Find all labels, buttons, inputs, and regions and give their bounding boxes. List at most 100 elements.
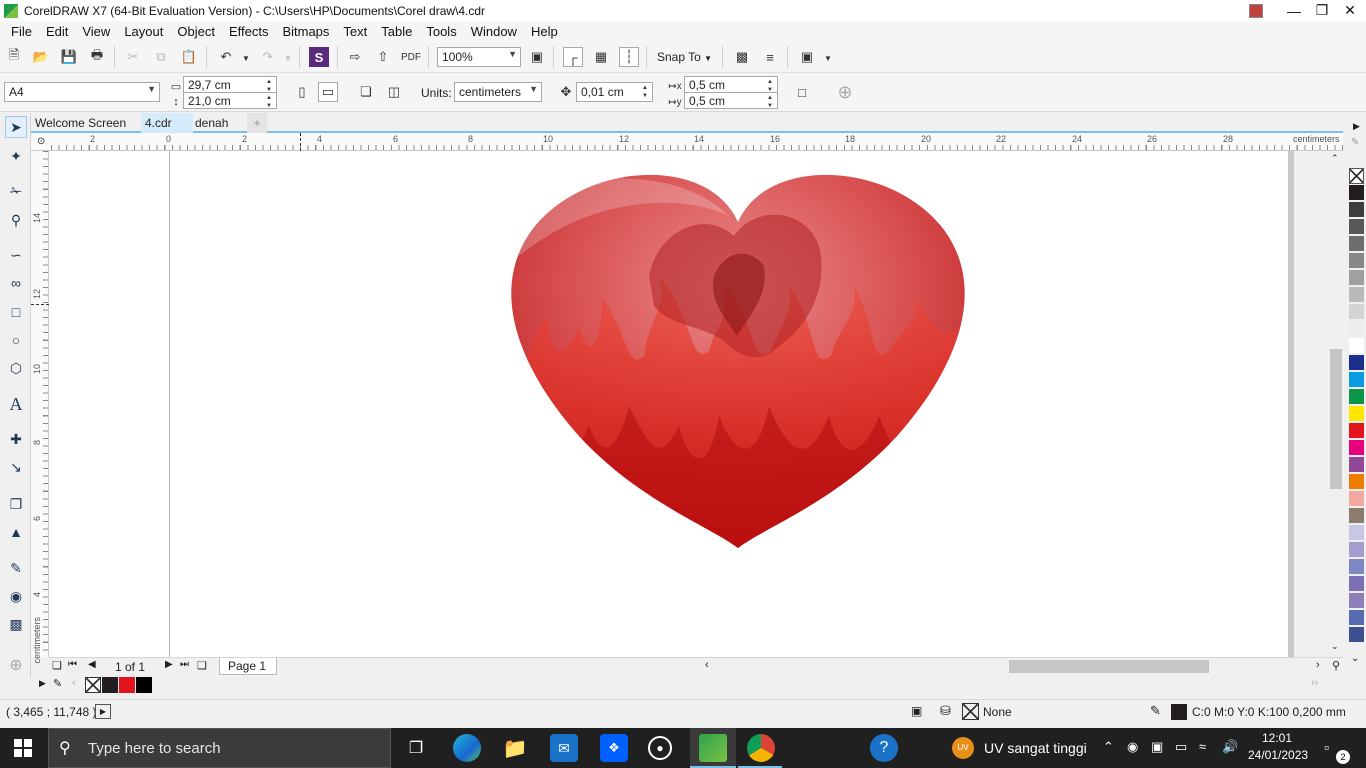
save-icon[interactable]: 💾 [59,47,79,67]
previous-page-icon[interactable]: ◀ [88,659,96,670]
dup-y-spinner[interactable]: ▲ ▼ [767,94,776,110]
full-screen-preview-icon[interactable]: ▣ [527,47,547,67]
color-swatch[interactable] [1349,525,1364,541]
wifi-icon[interactable]: ≈ [1199,739,1206,754]
color-swatch[interactable] [1349,287,1364,303]
first-page-icon[interactable]: ⏮ [68,659,77,670]
docpal-scroll-right-icon[interactable]: ›› [1311,677,1318,689]
next-page-icon[interactable]: ▶ [165,659,173,670]
shape-tool-icon[interactable]: ✦ [5,145,27,167]
color-swatch[interactable] [1349,559,1364,575]
units-select[interactable]: centimeters ▼ [454,82,542,102]
menu-help[interactable]: Help [524,24,565,39]
notification-icon[interactable]: ▫ [1324,739,1329,755]
document-color-swatch[interactable] [136,677,152,693]
palette-flyout-icon[interactable]: ▶ [1353,121,1360,132]
menu-object[interactable]: Object [170,24,222,39]
add-tool-icon[interactable]: ⊕ [5,654,27,676]
rectangle-tool-icon[interactable]: □ [5,301,27,323]
parallel-dimension-icon[interactable]: ✚ [5,428,27,450]
page-height-field[interactable]: 21,0 cm ▲ ▼ [183,92,277,109]
minimize-icon[interactable]: — [1280,0,1308,21]
color-swatch[interactable] [1349,508,1364,524]
last-page-icon[interactable]: ⏭ [180,659,189,670]
publish-pdf-icon[interactable]: PDF [401,47,421,67]
restore-icon[interactable]: ❐ [1308,0,1336,21]
landscape-icon[interactable]: ▭ [318,82,338,102]
tab-welcome-screen[interactable]: Welcome Screen [31,113,130,133]
menu-window[interactable]: Window [464,24,524,39]
redo-icon[interactable]: ↷ [258,47,278,67]
color-swatch[interactable] [1349,576,1364,592]
color-swatch[interactable] [1349,440,1364,456]
color-swatch[interactable] [1349,321,1364,337]
menu-layout[interactable]: Layout [117,24,170,39]
snap-to-button[interactable]: Snap To ▼ [657,50,712,64]
menu-text[interactable]: Text [336,24,374,39]
meet-now-icon[interactable]: ▣ [1151,739,1163,755]
duplicate-distance-y-field[interactable]: 0,5 cm ▲ ▼ [684,92,778,109]
dropbox-icon[interactable]: ❖ [600,734,628,762]
add-icon[interactable]: ⊕ [835,82,855,102]
menu-file[interactable]: File [4,24,39,39]
menu-view[interactable]: View [75,24,117,39]
cut-icon[interactable]: ✂ [123,47,143,67]
vertical-scrollbar[interactable]: ⌃ ⌄ [1328,151,1343,657]
uv-weather-icon[interactable]: UV [952,737,974,759]
portrait-icon[interactable]: ▯ [292,82,312,102]
smart-fill-icon[interactable]: ▩ [5,613,27,635]
vertical-scroll-thumb[interactable] [1330,349,1342,489]
mail-icon[interactable]: ✉ [550,734,578,762]
color-swatch[interactable] [1349,355,1364,371]
taskbar-search-box[interactable]: ⚲ Type here to search [48,728,391,768]
undo-icon[interactable]: ↶ [216,47,236,67]
scroll-right-icon[interactable]: › [1316,659,1320,671]
ruler-origin-icon[interactable]: ⊙ [37,136,45,147]
color-swatch[interactable] [1349,202,1364,218]
webcam-icon[interactable]: ◉ [1127,739,1138,755]
menu-effects[interactable]: Effects [222,24,276,39]
add-page-before-icon[interactable]: ❏ [52,659,62,672]
docpal-scroll-left-icon[interactable]: ‹ [72,677,76,689]
scroll-left-icon[interactable]: ‹ [705,659,709,671]
options-icon[interactable]: ≡ [760,47,780,67]
menu-edit[interactable]: Edit [39,24,75,39]
color-swatch[interactable] [1349,610,1364,626]
scroll-down-icon[interactable]: ⌄ [1331,641,1339,652]
color-eyedropper-icon[interactable]: ✎ [5,557,27,579]
show-guidelines-icon[interactable]: ┆ [619,47,639,67]
tab-4-cdr[interactable]: 4.cdr [141,113,193,133]
welcome-screen-icon[interactable]: ▩ [732,47,752,67]
color-swatch[interactable] [1349,338,1364,354]
zoom-navigator-icon[interactable]: ⚲ [1332,659,1340,672]
ellipse-tool-icon[interactable]: ○ [5,329,27,351]
page-size-select[interactable]: A4 ▼ [4,82,160,102]
docpal-eyedropper-icon[interactable]: ✎ [53,677,62,690]
import-icon[interactable]: ⇨ [345,47,365,67]
close-icon[interactable]: ✕ [1336,0,1364,21]
color-swatch[interactable] [1349,474,1364,490]
all-pages-icon[interactable]: ❏ [356,82,376,102]
duplicate-distance-x-field[interactable]: 0,5 cm ▲ ▼ [684,76,778,93]
drop-shadow-icon[interactable]: ❐ [5,493,27,515]
connector-tool-icon[interactable]: ↘ [5,456,27,478]
print-icon[interactable]: 🖶 [87,47,107,67]
no-color-swatch[interactable] [85,677,101,693]
chevron-down-icon[interactable]: ▼ [818,48,838,68]
weather-text[interactable]: UV sangat tinggi [984,740,1087,756]
crop-tool-icon[interactable]: ✁ [5,180,27,202]
user-icon[interactable] [1242,0,1270,21]
color-swatch[interactable] [1349,406,1364,422]
redo-dropdown-icon[interactable]: ▼ [278,48,298,68]
color-swatch[interactable] [1349,219,1364,235]
vertical-ruler[interactable]: 14 12 10 8 6 4 centimeters [31,151,49,664]
menu-tools[interactable]: Tools [419,24,463,39]
color-swatch[interactable] [1349,627,1364,643]
text-tool-icon[interactable]: A [5,393,27,415]
windows-start-icon[interactable] [14,739,32,757]
docpal-flyout-icon[interactable]: ▶ [39,678,46,689]
treat-as-filled-icon[interactable]: □ [792,82,812,102]
color-swatch[interactable] [1349,185,1364,201]
nudge-spinner[interactable]: ▲ ▼ [642,84,651,100]
flaming-heart-image[interactable] [509,166,969,551]
